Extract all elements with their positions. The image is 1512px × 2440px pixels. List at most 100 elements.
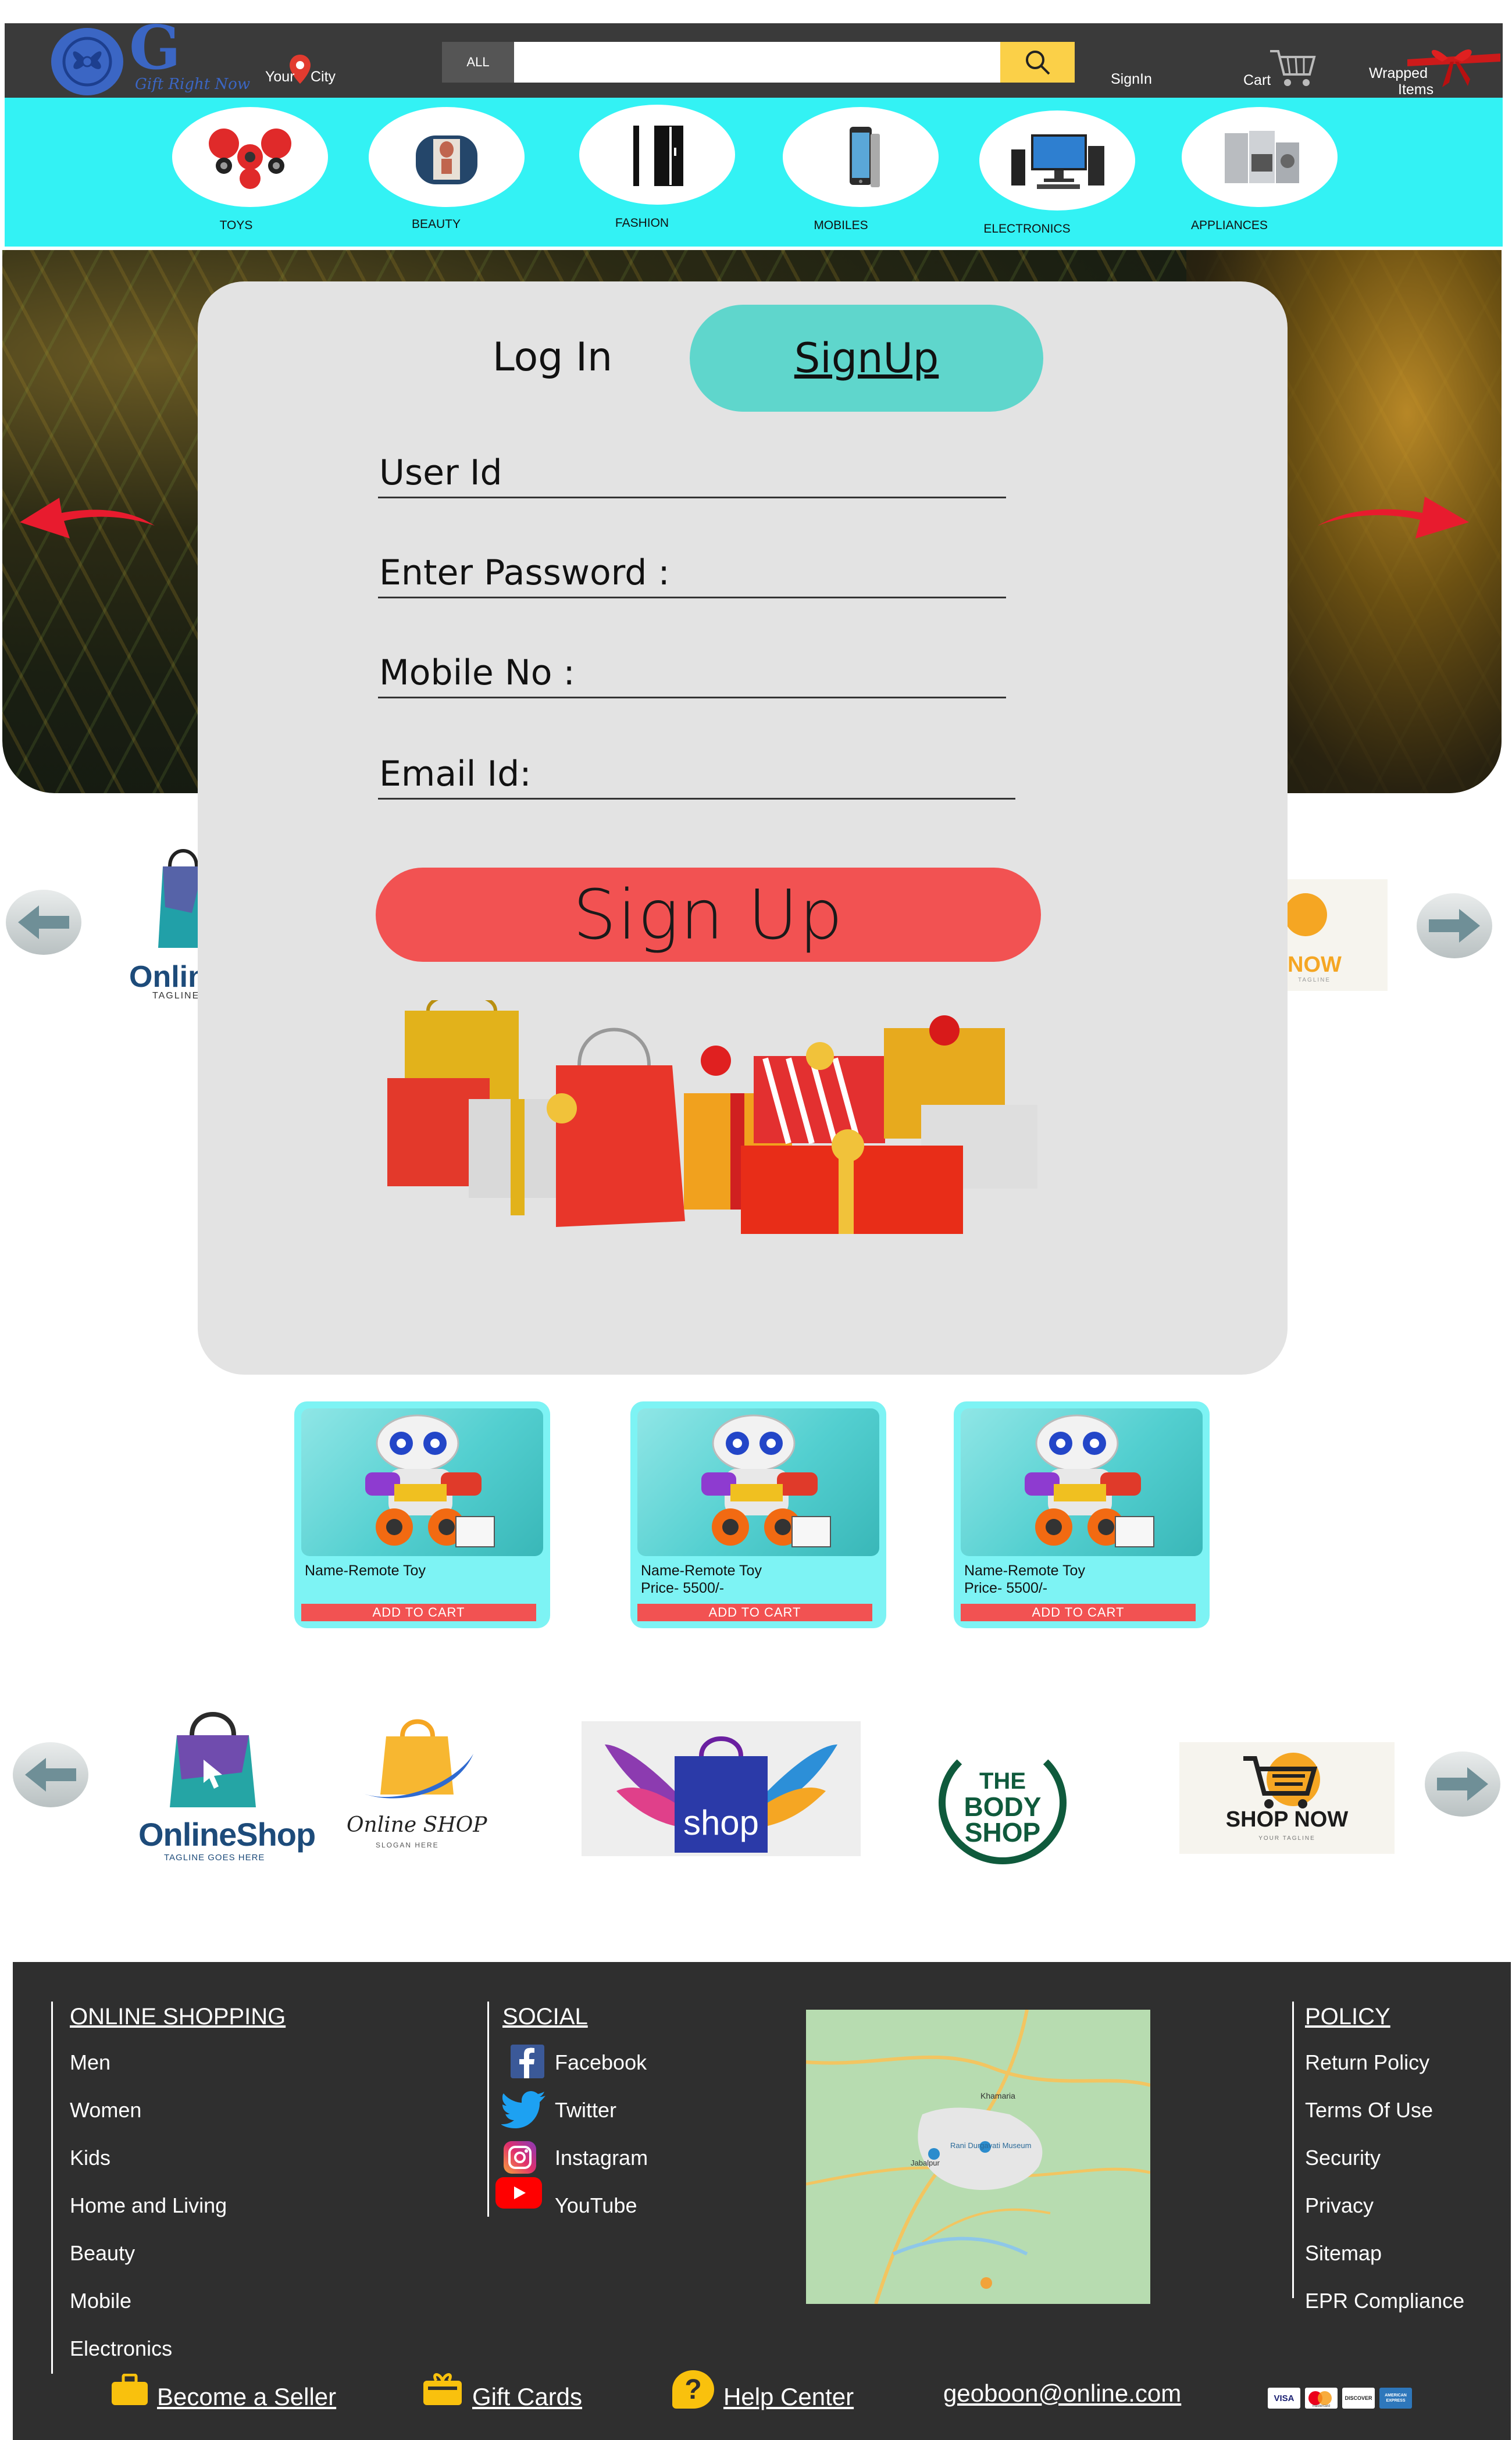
brand-logo-onlineshop[interactable]: OnlineShop TAGLINE GOES HERE: [131, 1703, 316, 1877]
body-shop-line1: THE: [979, 1768, 1026, 1794]
add-to-cart-button[interactable]: ADD TO CART: [961, 1604, 1196, 1621]
email-field[interactable]: [378, 754, 1015, 800]
search-button[interactable]: [1000, 42, 1075, 83]
product-image[interactable]: [301, 1408, 543, 1556]
footer-link-women[interactable]: Women: [70, 2098, 141, 2122]
become-seller-link[interactable]: Become a Seller: [157, 2383, 336, 2411]
category-label-mobiles[interactable]: MOBILES: [754, 219, 928, 233]
brand-strip-next-icon[interactable]: [1425, 1751, 1500, 1817]
wrapped-items-label[interactable]: Items: [1398, 81, 1433, 98]
instagram-icon[interactable]: [504, 2141, 536, 2174]
brand-strip-prev-icon[interactable]: [13, 1742, 88, 1807]
category-electronics[interactable]: [979, 110, 1135, 211]
brand-onlineshop-tagline: TAGLINE GOES HERE: [164, 1853, 265, 1863]
mastercard-label: mastercard: [1312, 2405, 1330, 2408]
footer-link-home-living[interactable]: Home and Living: [70, 2193, 227, 2218]
facebook-icon[interactable]: [511, 2045, 544, 2078]
footer-link-instagram[interactable]: Instagram: [555, 2146, 648, 2170]
search-input[interactable]: [514, 42, 1000, 83]
brand-strip-top-right-text: NOW: [1288, 953, 1342, 977]
brand-logo-online-shop[interactable]: Online SHOP SLOGAN HERE: [340, 1719, 491, 1858]
brand-logo-body-shop[interactable]: THE BODY SHOP: [936, 1739, 1076, 1867]
footer-link-men[interactable]: Men: [70, 2050, 110, 2075]
hero-prev-arrow-icon[interactable]: [17, 490, 155, 542]
help-center-link[interactable]: Help Center: [723, 2383, 854, 2411]
category-label-fashion[interactable]: FASHION: [555, 216, 729, 230]
footer-link-beauty[interactable]: Beauty: [70, 2241, 135, 2266]
cart-badge-icon: [1243, 1753, 1320, 1808]
hero-next-arrow-icon[interactable]: [1315, 490, 1469, 542]
add-to-cart-button[interactable]: ADD TO CART: [301, 1604, 536, 1621]
cart-icon[interactable]: [1269, 47, 1317, 92]
contact-email-link[interactable]: geoboon@online.com: [943, 2380, 1181, 2407]
brand-strip-top-left-tagline: TAGLINE: [152, 991, 200, 1001]
brand-strip-top-left-text: Onlin: [129, 960, 206, 994]
computer-icon: [1011, 134, 1104, 189]
brand-logo-shop-now[interactable]: SHOP NOW YOUR TAGLINE: [1179, 1742, 1395, 1854]
brand-strip-top-prev-icon[interactable]: [6, 890, 81, 955]
tab-signup[interactable]: SignUp: [690, 305, 1043, 412]
product-image[interactable]: [961, 1408, 1203, 1556]
category-fashion[interactable]: [579, 105, 735, 205]
product-image[interactable]: [637, 1408, 879, 1556]
brand-logo-shop-wings[interactable]: shop: [582, 1721, 861, 1856]
tab-login[interactable]: Log In: [465, 308, 640, 406]
footer-link-privacy[interactable]: Privacy: [1305, 2193, 1374, 2218]
category-label-toys[interactable]: TOYS: [149, 219, 323, 233]
mastercard-icon: mastercard: [1305, 2388, 1338, 2409]
footer-link-sitemap[interactable]: Sitemap: [1305, 2241, 1382, 2266]
category-label-electronics[interactable]: ELECTRONICS: [940, 222, 1114, 236]
category-appliances[interactable]: [1182, 107, 1338, 207]
footer-link-mobile[interactable]: Mobile: [70, 2289, 131, 2313]
brand-strip-top-next-icon[interactable]: [1417, 893, 1492, 958]
location-label-city[interactable]: City: [311, 69, 336, 85]
footer-link-twitter[interactable]: Twitter: [555, 2098, 616, 2122]
category-beauty[interactable]: [369, 107, 525, 207]
signin-link[interactable]: SignIn: [1111, 71, 1152, 88]
product-card[interactable]: Name-Remote Toy ADD TO CART: [294, 1401, 550, 1628]
mobile-field[interactable]: [378, 652, 1006, 698]
logo-letter[interactable]: G: [129, 17, 181, 78]
category-label-appliances[interactable]: APPLIANCES: [1142, 219, 1317, 233]
mobile-field-wrap: [378, 652, 1006, 698]
brand-online-shop-tagline: SLOGAN HERE: [376, 1841, 439, 1849]
brand-onlineshop-name: OnlineShop: [138, 1816, 316, 1853]
signup-submit-button[interactable]: Sign Up: [376, 868, 1041, 962]
footer-link-facebook[interactable]: Facebook: [555, 2050, 647, 2075]
visa-card-icon: VISA: [1268, 2388, 1300, 2409]
footer-link-security[interactable]: Security: [1305, 2146, 1381, 2170]
gift-card-icon[interactable]: [422, 2373, 463, 2409]
location-map[interactable]: Khamaria Rani Durgavati Museum Jabalpur: [806, 2010, 1150, 2304]
twitter-icon[interactable]: [501, 2091, 545, 2132]
youtube-icon[interactable]: [495, 2177, 542, 2209]
category-toys[interactable]: [172, 107, 328, 207]
product-card[interactable]: Name-Remote Toy Price- 5500/- ADD TO CAR…: [630, 1401, 886, 1628]
map-image-icon: [806, 2010, 1150, 2304]
footer-link-terms[interactable]: Terms Of Use: [1305, 2098, 1433, 2122]
password-field[interactable]: [378, 552, 1006, 598]
category-label-beauty[interactable]: BEAUTY: [349, 217, 523, 231]
location-label-your[interactable]: Your: [265, 69, 295, 85]
search-category-select[interactable]: ALL: [442, 42, 514, 83]
robot-toy-icon: [1025, 1414, 1154, 1547]
product-card[interactable]: Name-Remote Toy Price- 5500/- ADD TO CAR…: [954, 1401, 1210, 1628]
wrapped-label[interactable]: Wrapped: [1369, 65, 1428, 82]
footer-link-kids[interactable]: Kids: [70, 2146, 110, 2170]
category-mobiles[interactable]: [783, 107, 939, 207]
footer-link-electronics[interactable]: Electronics: [70, 2336, 172, 2361]
help-question-icon[interactable]: ?: [672, 2370, 714, 2409]
add-to-cart-button[interactable]: ADD TO CART: [637, 1604, 872, 1621]
product-price: Price- 5500/-: [641, 1580, 725, 1596]
body-shop-line3: SHOP: [964, 1817, 1041, 1847]
user-id-field[interactable]: [378, 452, 1006, 498]
logo-emblem-icon[interactable]: [51, 28, 123, 95]
cart-label[interactable]: Cart: [1243, 72, 1271, 89]
briefcase-icon[interactable]: [110, 2373, 149, 2409]
gift-cards-link[interactable]: Gift Cards: [472, 2383, 582, 2411]
footer-link-epr[interactable]: EPR Compliance: [1305, 2289, 1464, 2313]
footer-link-youtube[interactable]: YouTube: [555, 2193, 637, 2218]
footer-divider: [51, 2002, 53, 2374]
footer-divider: [1292, 2002, 1294, 2298]
footer-link-return-policy[interactable]: Return Policy: [1305, 2050, 1429, 2075]
email-field-wrap: [378, 754, 1015, 800]
